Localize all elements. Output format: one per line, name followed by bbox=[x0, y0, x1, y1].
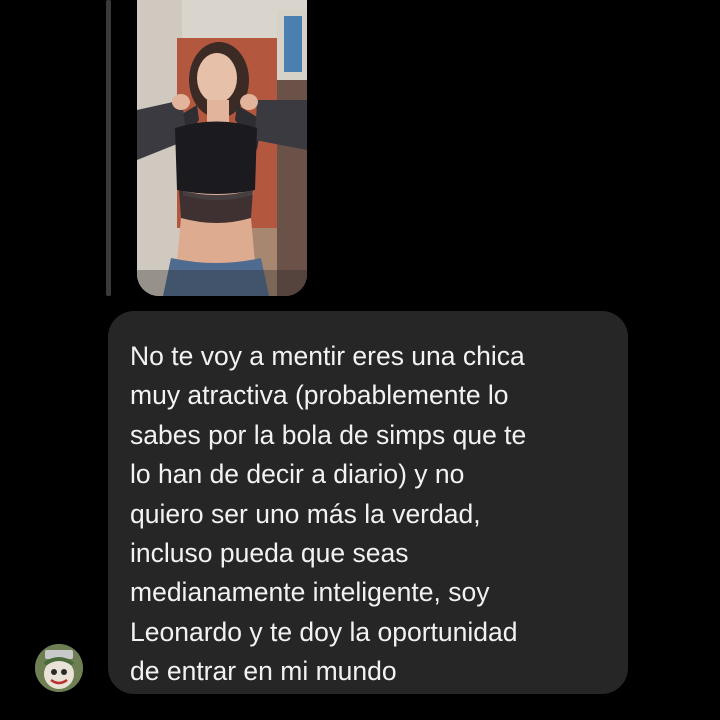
avatar-image bbox=[35, 644, 83, 692]
reply-indicator-bar bbox=[106, 0, 111, 296]
chat-screen: No te voy a mentir eres una chica muy at… bbox=[0, 0, 720, 720]
message-bubble[interactable]: No te voy a mentir eres una chica muy at… bbox=[108, 311, 628, 694]
message-text: No te voy a mentir eres una chica muy at… bbox=[130, 341, 527, 687]
shared-photo-preview[interactable] bbox=[137, 0, 307, 296]
avatar-icon[interactable] bbox=[35, 644, 83, 692]
photo-image bbox=[137, 0, 307, 296]
